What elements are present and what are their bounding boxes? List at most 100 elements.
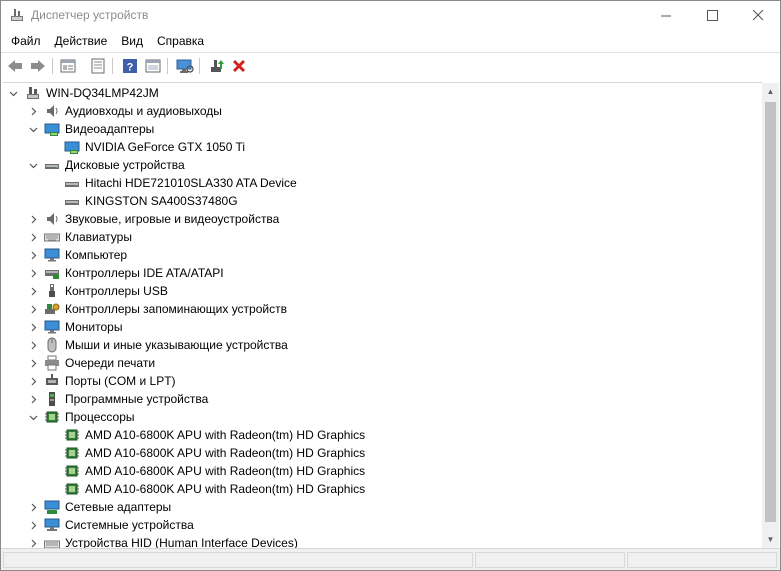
vertical-scrollbar[interactable]: ▲ ▼ <box>762 83 779 548</box>
properties-icon <box>60 59 76 73</box>
tree-category[interactable]: Мыши и иные указывающие устройства <box>3 336 760 354</box>
chevron-right-icon[interactable] <box>27 264 39 282</box>
tree-category[interactable]: Дисковые устройства <box>3 156 760 174</box>
chevron-right-icon[interactable] <box>27 516 39 534</box>
menu-help[interactable]: Справка <box>150 31 211 51</box>
menu-file[interactable]: Файл <box>1 31 48 51</box>
tree-category[interactable]: Очереди печати <box>3 354 760 372</box>
menu-bar: Файл Действие Вид Справка <box>1 31 780 51</box>
toolbar-separator <box>52 58 53 74</box>
tree-category[interactable]: Аудиовходы и аудиовыходы <box>3 102 760 120</box>
tree-category[interactable]: Компьютер <box>3 246 760 264</box>
status-bar <box>1 548 780 570</box>
usb-icon <box>49 284 55 297</box>
back-icon <box>8 60 22 72</box>
tree-device[interactable]: AMD A10-6800K APU with Radeon(tm) HD Gra… <box>3 462 760 480</box>
uninstall-device-icon <box>232 59 246 73</box>
chevron-down-icon[interactable] <box>27 156 39 174</box>
tree-item-label: Порты (COM и LPT) <box>65 374 176 388</box>
tree-item-label: Процессоры <box>65 410 135 424</box>
tree-category[interactable]: Сетевые адаптеры <box>3 498 760 516</box>
disk-drive-icon <box>45 164 59 169</box>
show-hidden-button[interactable] <box>143 56 163 76</box>
chevron-right-icon[interactable] <box>27 228 39 246</box>
tree-device[interactable]: Hitachi HDE721010SLA330 ATA Device <box>3 174 760 192</box>
chevron-down-icon[interactable] <box>27 120 39 138</box>
tree-item-label: Контроллеры USB <box>65 284 168 298</box>
forward-button[interactable] <box>28 56 48 76</box>
tree-category[interactable]: Процессоры <box>3 408 760 426</box>
menu-action[interactable]: Действие <box>48 31 115 51</box>
window-title: Диспетчер устройств <box>31 8 149 22</box>
minimize-icon <box>660 15 671 16</box>
tree-category[interactable]: Контроллеры USB <box>3 282 760 300</box>
tree-category[interactable]: Программные устройства <box>3 390 760 408</box>
tree-item-label: Контроллеры IDE ATA/ATAPI <box>65 266 224 280</box>
tree-category[interactable]: Контроллеры запоминающих устройств <box>3 300 760 318</box>
chevron-right-icon[interactable] <box>27 390 39 408</box>
properties-button[interactable] <box>58 56 78 76</box>
tree-category[interactable]: Клавиатуры <box>3 228 760 246</box>
update-driver-icon <box>91 58 105 74</box>
chevron-right-icon[interactable] <box>27 498 39 516</box>
chevron-down-icon[interactable] <box>27 408 39 426</box>
chevron-right-icon[interactable] <box>27 354 39 372</box>
enable-device-button[interactable] <box>207 56 227 76</box>
speaker-icon <box>47 213 58 225</box>
network-adapter-icon <box>44 500 60 514</box>
title-bar: Диспетчер устройств <box>1 1 780 29</box>
tree-category[interactable]: Видеоадаптеры <box>3 120 760 138</box>
chevron-right-icon[interactable] <box>27 336 39 354</box>
tree-item-label: AMD A10-6800K APU with Radeon(tm) HD Gra… <box>85 482 366 496</box>
maximize-icon <box>706 9 718 21</box>
maximize-button[interactable] <box>689 1 735 29</box>
update-driver-button[interactable] <box>88 56 108 76</box>
chevron-right-icon[interactable] <box>27 246 39 264</box>
monitor-icon <box>44 320 60 334</box>
chevron-right-icon[interactable] <box>27 102 39 120</box>
tree-device[interactable]: AMD A10-6800K APU with Radeon(tm) HD Gra… <box>3 444 760 462</box>
tree-category[interactable]: Мониторы <box>3 318 760 336</box>
close-button[interactable] <box>735 1 781 29</box>
tree-root-computer[interactable]: WIN-DQ34LMP42JM <box>3 84 760 102</box>
scroll-up-icon[interactable]: ▲ <box>762 83 779 100</box>
status-cell <box>627 552 777 568</box>
tree-device[interactable]: NVIDIA GeForce GTX 1050 Ti <box>3 138 760 156</box>
menu-view[interactable]: Вид <box>114 31 150 51</box>
chevron-right-icon[interactable] <box>27 318 39 336</box>
disk-drive-icon <box>65 182 79 187</box>
tree-item-label: Звуковые, игровые и видеоустройства <box>65 212 280 226</box>
port-icon <box>46 374 58 385</box>
chevron-right-icon[interactable] <box>27 534 39 548</box>
tree-category[interactable]: Порты (COM и LPT) <box>3 372 760 390</box>
device-manager-icon <box>11 9 23 21</box>
tree-item-label: Контроллеры запоминающих устройств <box>65 302 287 316</box>
tree-item-label: Аудиовходы и аудиовыходы <box>65 104 222 118</box>
tree-item-label: KINGSTON SA400S37480G <box>85 194 238 208</box>
help-icon: ? <box>123 59 137 74</box>
tree-category[interactable]: Контроллеры IDE ATA/ATAPI <box>3 264 760 282</box>
tree-category[interactable]: Устройства HID (Human Interface Devices) <box>3 534 760 548</box>
back-button[interactable] <box>5 56 25 76</box>
tree-device[interactable]: AMD A10-6800K APU with Radeon(tm) HD Gra… <box>3 426 760 444</box>
scan-hardware-button[interactable] <box>175 56 195 76</box>
tree-device[interactable]: AMD A10-6800K APU with Radeon(tm) HD Gra… <box>3 480 760 498</box>
chevron-right-icon[interactable] <box>27 300 39 318</box>
tree-item-label: Hitachi HDE721010SLA330 ATA Device <box>85 176 297 190</box>
show-hidden-icon <box>145 59 161 73</box>
chevron-down-icon[interactable] <box>7 84 19 102</box>
chevron-right-icon[interactable] <box>27 210 39 228</box>
help-button[interactable]: ? <box>120 56 140 76</box>
uninstall-device-button[interactable] <box>229 56 249 76</box>
chevron-right-icon[interactable] <box>27 282 39 300</box>
device-tree: WIN-DQ34LMP42JM Аудиовходы и аудиовыходы В… <box>3 82 762 548</box>
minimize-button[interactable] <box>643 1 689 29</box>
scroll-down-icon[interactable]: ▼ <box>762 531 779 548</box>
tree-device[interactable]: KINGSTON SA400S37480G <box>3 192 760 210</box>
tree-category[interactable]: Звуковые, игровые и видеоустройства <box>3 210 760 228</box>
ide-controller-icon <box>45 270 59 279</box>
chevron-right-icon[interactable] <box>27 372 39 390</box>
tree-category[interactable]: Системные устройства <box>3 516 760 534</box>
computer-root-icon <box>27 87 39 99</box>
scroll-thumb[interactable] <box>765 102 776 522</box>
